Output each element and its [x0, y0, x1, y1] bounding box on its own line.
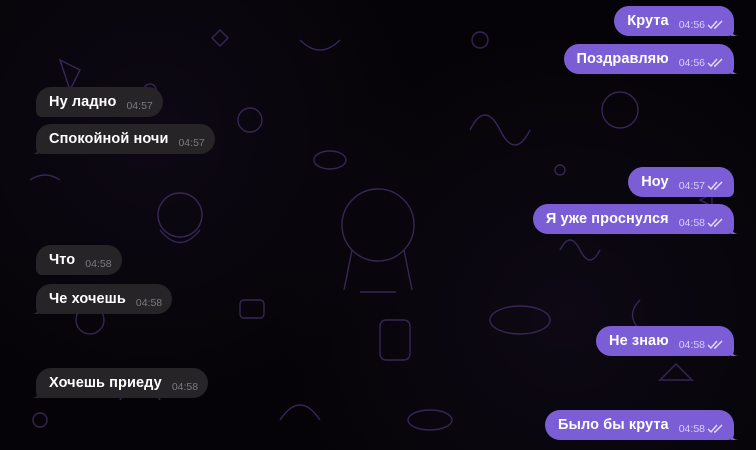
- read-checkmarks-icon: [707, 181, 723, 190]
- read-checkmarks-icon: [707, 340, 723, 349]
- message-bubble-outgoing[interactable]: Поздравляю 04:56: [563, 44, 739, 74]
- message-time: 04:56: [678, 19, 705, 31]
- message-text: Поздравляю: [576, 51, 669, 67]
- message-bubble-incoming[interactable]: Хочешь приеду 04:58: [31, 368, 209, 398]
- bubble-tail-icon: [31, 388, 39, 398]
- message-text: Спокойной ночи: [49, 131, 169, 147]
- bubble-tail-icon: [731, 430, 739, 440]
- bubble-tail-icon: [731, 64, 739, 74]
- message-time: 04:58: [135, 297, 163, 309]
- message-bubble-outgoing[interactable]: Ноу 04:57: [628, 167, 734, 197]
- message-bubble-incoming[interactable]: Ну ладно 04:57: [36, 87, 163, 117]
- message-text: Хочешь приеду: [49, 375, 162, 391]
- message-time: 04:58: [678, 339, 705, 351]
- bubble-tail-icon: [731, 224, 739, 234]
- bubble-tail-icon: [31, 144, 39, 154]
- read-checkmarks-icon: [707, 424, 723, 433]
- message-time: 04:56: [678, 57, 705, 69]
- message-text: Не знаю: [609, 333, 669, 349]
- message-text: Ну ладно: [49, 94, 117, 110]
- bubble-tail-icon: [31, 304, 39, 314]
- message-bubble-incoming[interactable]: Спокойной ночи 04:57: [31, 124, 215, 154]
- message-bubble-outgoing[interactable]: Я уже проснулся 04:58: [532, 204, 739, 234]
- message-time: 04:58: [171, 381, 199, 393]
- message-text: Ноу: [641, 174, 669, 190]
- message-bubble-outgoing[interactable]: Не знаю 04:58: [596, 326, 739, 356]
- message-time: 04:57: [178, 137, 205, 149]
- read-checkmarks-icon: [707, 58, 723, 67]
- message-time: 04:57: [678, 180, 705, 192]
- message-time: 04:58: [678, 423, 705, 435]
- message-bubble-incoming[interactable]: Что 04:58: [36, 245, 122, 275]
- read-checkmarks-icon: [707, 20, 723, 29]
- bubble-tail-icon: [731, 346, 739, 356]
- message-bubble-outgoing[interactable]: Было бы крута 04:58: [545, 410, 739, 440]
- message-bubble-incoming[interactable]: Че хочешь 04:58: [31, 284, 173, 314]
- message-time: 04:58: [85, 258, 112, 270]
- read-checkmarks-icon: [707, 218, 723, 227]
- chat-view: Крута 04:56 Поздравляю 04:56 Ну ладно 04…: [0, 0, 756, 450]
- message-text: Че хочешь: [49, 291, 126, 307]
- message-text: Я уже проснулся: [545, 211, 669, 227]
- message-bubble-outgoing[interactable]: Крута 04:56: [614, 6, 739, 36]
- bubble-tail-icon: [731, 26, 739, 36]
- message-time: 04:57: [126, 100, 153, 112]
- message-text: Крута: [627, 13, 669, 29]
- message-text: Было бы крута: [558, 417, 669, 433]
- message-time: 04:58: [678, 217, 705, 229]
- message-text: Что: [49, 252, 76, 268]
